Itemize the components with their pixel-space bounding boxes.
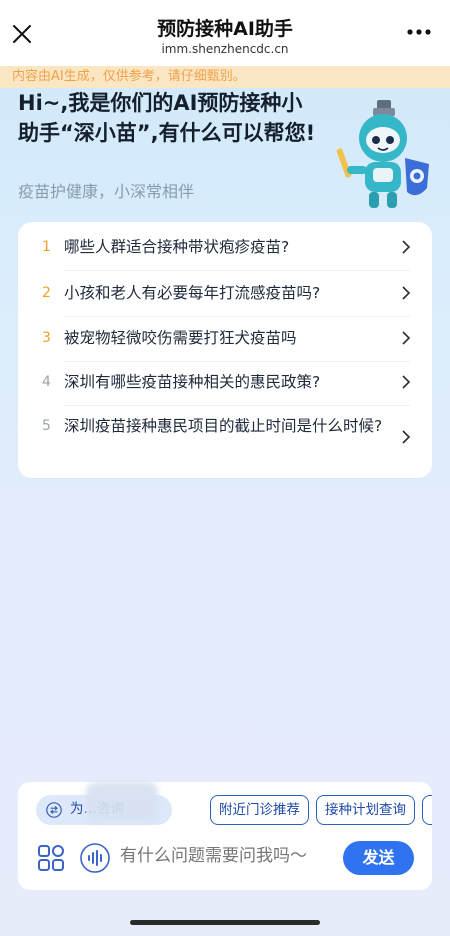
chip-nearby-clinic[interactable]: 附近门诊推荐 [210,795,309,825]
question-number: 1 [42,239,51,255]
apps-grid-icon[interactable] [38,845,64,871]
question-number: 2 [42,285,51,301]
home-indicator [130,920,320,925]
chevron-right-icon [402,331,411,345]
chip-schedule-query[interactable]: 接种计划查询 [316,795,415,825]
chip-label: 附近门诊推荐 [219,802,300,818]
chevron-right-icon [402,240,411,254]
chevron-right-icon [402,286,411,300]
question-text: 哪些人群适合接种带状疱疹疫苗? [64,238,290,256]
chevron-right-icon [402,430,411,444]
greeting-subtitle: 疫苗护健康，小深常相伴 [18,182,195,201]
divider [64,405,410,406]
chevron-right-icon [402,375,411,389]
send-button[interactable]: 发送 [343,841,414,875]
swap-icon [46,802,62,818]
divider [64,270,410,271]
ai-disclaimer-banner: 内容由AI生成，仅供参考，请仔细甄别。 [0,66,450,88]
top-nav-bar: 预防接种AI助手 imm.shenzhencdc.cn [0,0,450,66]
divider [64,361,410,362]
suggested-questions-card: 1 哪些人群适合接种带状疱疹疫苗? 2 小孩和老人有必要每年打流感疫苗吗? 3 … [18,222,432,478]
question-number: 4 [42,374,51,390]
question-item-2[interactable]: 2 小孩和老人有必要每年打流感疫苗吗? [18,282,432,304]
question-item-1[interactable]: 1 哪些人群适合接种带状疱疹疫苗? [18,236,432,258]
question-text: 深圳疫苗接种惠民项目的截止时间是什么时候? [64,417,383,435]
divider [64,316,410,317]
voice-input-icon[interactable] [80,843,110,873]
chip-label: 接种计划查询 [325,802,406,818]
question-input[interactable] [120,846,330,866]
question-item-3[interactable]: 3 被宠物轻微咬伤需要打狂犬疫苗吗 [18,327,432,349]
robot-mascot-icon [336,100,429,208]
more-icon[interactable] [406,26,432,38]
chip-more[interactable] [422,795,432,825]
page-title: 预防接种AI助手 [157,18,293,40]
question-item-4[interactable]: 4 深圳有哪些疫苗接种相关的惠民政策? [18,371,432,393]
question-text: 小孩和老人有必要每年打流感疫苗吗? [64,284,321,302]
question-number: 3 [42,330,51,346]
greeting-title: Hi~,我是你们的AI预防接种小助手“深小苗”,有什么可以帮您! [18,91,316,145]
question-text: 被宠物轻微咬伤需要打狂犬疫苗吗 [64,329,297,347]
redacted-area [86,782,158,822]
question-item-5[interactable]: 5 深圳疫苗接种惠民项目的截止时间是什么时候? [18,415,432,444]
question-text: 深圳有哪些疫苗接种相关的惠民政策? [64,373,321,391]
question-number: 5 [42,418,51,434]
page-url: imm.shenzhencdc.cn [161,42,289,56]
